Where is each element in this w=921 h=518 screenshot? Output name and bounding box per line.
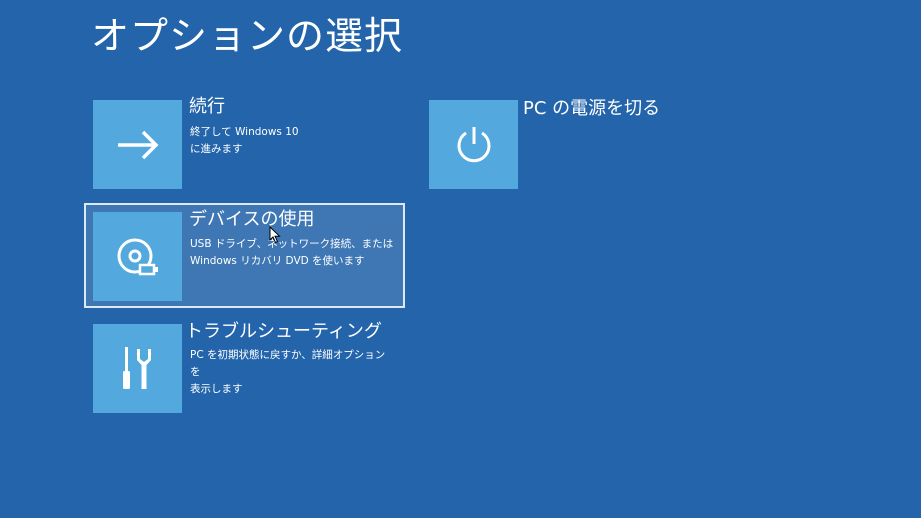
continue-description: 終了して Windows 10 に進みます bbox=[190, 126, 299, 155]
continue-tile[interactable] bbox=[93, 100, 182, 189]
screwdriver-wrench-icon bbox=[122, 346, 151, 389]
use-device-tile[interactable] bbox=[93, 212, 182, 301]
use-device-option[interactable]: デバイスの使用 USB ドライブ、ネットワーク接続、または Windows リカ… bbox=[84, 203, 405, 308]
troubleshoot-description: PC を初期状態に戻すか、詳細オプションを 表示します bbox=[190, 349, 386, 395]
use-device-description: USB ドライブ、ネットワーク接続、または Windows リカバリ DVD を… bbox=[190, 238, 394, 267]
troubleshoot-tile[interactable] bbox=[93, 324, 182, 413]
use-device-label[interactable]: デバイスの使用 bbox=[189, 208, 314, 232]
power-off-label[interactable]: PC の電源を切る bbox=[523, 97, 660, 121]
continue-option[interactable]: 続行 終了して Windows 10 に進みます bbox=[93, 96, 393, 190]
power-off-option[interactable]: PC の電源を切る bbox=[429, 97, 689, 190]
page-title: オプションの選択 bbox=[91, 14, 404, 58]
power-icon bbox=[457, 126, 490, 162]
power-off-tile[interactable] bbox=[429, 100, 518, 189]
troubleshoot-label[interactable]: トラブルシューティング bbox=[185, 320, 382, 344]
continue-label[interactable]: 続行 bbox=[189, 95, 225, 119]
disc-usb-icon bbox=[117, 238, 158, 275]
arrow-right-icon bbox=[117, 130, 158, 159]
troubleshoot-option[interactable]: トラブルシューティング PC を初期状態に戻すか、詳細オプションを 表示します bbox=[93, 321, 393, 414]
